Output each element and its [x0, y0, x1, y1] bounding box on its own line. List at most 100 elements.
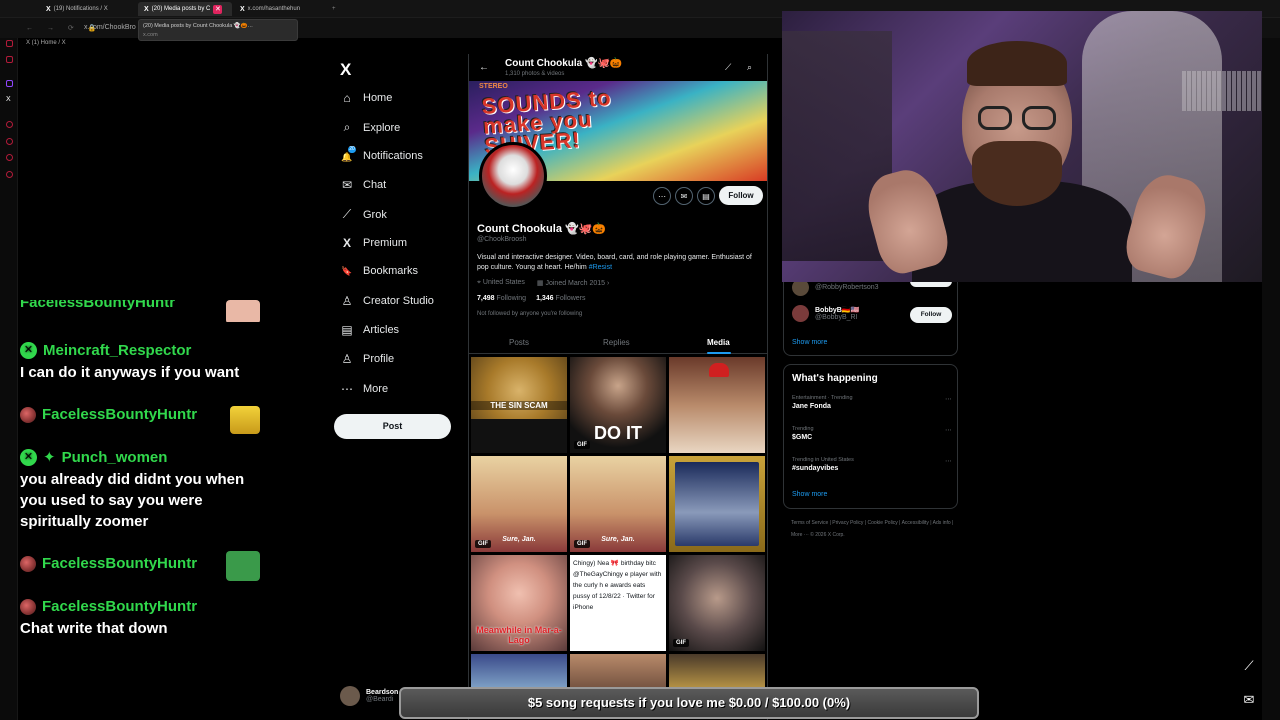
x-logo[interactable]: X — [340, 60, 351, 80]
sparkle-badge-icon: ✦ — [43, 449, 56, 466]
show-more-link[interactable]: Show more — [792, 339, 827, 346]
chat-username: FacelessBountyHuntr — [42, 555, 198, 572]
bio-hashtag[interactable]: #Resist — [589, 264, 612, 271]
verified-badge-icon: ✕ — [20, 342, 37, 359]
nav-notifications[interactable]: 🔔 20 Notifications — [340, 146, 423, 163]
followers-link[interactable]: 1,346 Followers — [536, 295, 585, 302]
media-item[interactable] — [669, 456, 765, 552]
grok-float-icon[interactable]: ⟋ — [1238, 655, 1260, 677]
message-icon[interactable]: ✉ — [675, 187, 693, 205]
tab-notifications[interactable]: X (19) Notifications / X — [40, 2, 114, 16]
media-item[interactable]: DO IT GIF — [570, 357, 666, 453]
chat-message: FacelessBountyHuntr — [20, 551, 260, 581]
sidebar-app-icon[interactable] — [6, 56, 13, 63]
avatar — [792, 305, 809, 322]
tooltip-host: x.com — [143, 32, 158, 38]
grok-icon[interactable]: ⟋ — [725, 62, 731, 73]
media-item[interactable]: THE SIN SCAM — [471, 357, 567, 453]
profile-avatar[interactable] — [479, 142, 547, 210]
nav-creator-studio[interactable]: ♙ Creator Studio — [340, 294, 434, 308]
tab-media[interactable]: Media — [707, 338, 730, 347]
nav-premium[interactable]: X Premium — [340, 236, 407, 250]
articles-icon: ▤ — [341, 323, 353, 337]
url-field[interactable]: x.com/ChookBro — [84, 24, 136, 31]
profile-meta: ⌖ United States ▦ Joined March 2015 › — [477, 279, 609, 287]
sidebar-app-icon[interactable] — [6, 154, 13, 161]
nav-bookmarks[interactable]: 🔖 Bookmarks — [340, 265, 418, 277]
account-handle: @Beardi — [366, 696, 394, 703]
x-sidebar-icon[interactable]: X — [6, 96, 13, 103]
nav-articles[interactable]: ▤ Articles — [340, 323, 399, 337]
emote-icon — [230, 406, 260, 434]
sidebar-app-icon[interactable] — [6, 121, 13, 128]
browser-side-strip: X — [0, 0, 18, 720]
tab-label: (20) Media posts by C — [151, 6, 211, 12]
search-icon[interactable]: ⌕ — [747, 62, 752, 73]
follow-button[interactable]: Follow — [719, 186, 763, 205]
media-item[interactable]: Chingy) Nea 🎀 birthday bitc @TheGayChing… — [570, 555, 666, 651]
grok-icon: ⟋ — [342, 207, 352, 221]
section-title: What's happening — [792, 373, 878, 384]
tab-media-posts[interactable]: X (20) Media posts by C ✕ — [138, 2, 232, 16]
gif-badge: GIF — [574, 441, 590, 449]
chat-icon: ✉ — [341, 178, 353, 192]
new-tab-button[interactable]: + — [326, 2, 342, 16]
trend-item[interactable]: Entertainment · Trending Jane Fonda ⋯ — [792, 395, 952, 410]
who-to-follow-card: @RobbyRobertson3 Follow BobbyB🇩🇪🇺🇸 @Bobb… — [783, 270, 958, 356]
sidebar-app-icon[interactable] — [6, 138, 13, 145]
more-icon[interactable]: ⋯ — [945, 395, 952, 403]
follow-button[interactable]: Follow — [910, 307, 952, 323]
media-item[interactable]: Meanwhile in Mar-a-Lago — [471, 555, 567, 651]
account-switcher[interactable]: Beardson @Beardi — [340, 686, 398, 706]
footer-links[interactable]: Terms of Service | Privacy Policy | Cook… — [791, 517, 961, 541]
profile-column: ← Count Chookula 👻🐙🎃 1,310 photos & vide… — [468, 54, 768, 720]
streamer-webcam — [782, 11, 1262, 282]
post-button[interactable]: Post — [334, 414, 451, 439]
nav-chat[interactable]: ✉ Chat — [340, 178, 386, 192]
gif-badge: GIF — [673, 639, 689, 647]
red-hat-shape — [709, 363, 729, 377]
tooltip-title: (20) Media posts by Count Chookula 👻🎃… — [143, 23, 253, 29]
tab-replies[interactable]: Replies — [603, 338, 630, 347]
profile-header-bar: ← Count Chookula 👻🐙🎃 1,310 photos & vide… — [469, 54, 767, 81]
user-avatar — [20, 406, 36, 423]
user-handle: @BobbyB_RI — [815, 314, 858, 321]
back-arrow-icon[interactable]: ← — [479, 62, 489, 73]
show-more-link[interactable]: Show more — [792, 491, 827, 498]
media-item[interactable]: Sure, Jan. GIF — [471, 456, 567, 552]
more-icon[interactable]: ⋯ — [945, 457, 952, 465]
media-item[interactable]: GIF — [669, 555, 765, 651]
trend-item[interactable]: Trending in United States #sundayvibes ⋯ — [792, 457, 952, 472]
tab-hasan[interactable]: X x.com/hasanthehun — [234, 2, 306, 16]
nav-home[interactable]: ⌂ Home — [340, 91, 392, 105]
media-item[interactable] — [669, 357, 765, 453]
messages-float-icon[interactable]: ✉ — [1238, 689, 1260, 711]
nav-more[interactable]: ⋯ More — [340, 382, 388, 396]
twitch-icon[interactable] — [6, 80, 13, 87]
nav-grok[interactable]: ⟋ Grok — [340, 207, 387, 222]
following-link[interactable]: 7,498 Following — [477, 295, 526, 302]
bookmark-home[interactable]: X (1) Home / X — [26, 40, 66, 46]
sidebar-app-icon[interactable] — [6, 40, 13, 47]
close-tab-icon[interactable]: ✕ — [213, 4, 223, 14]
not-followed-note: Not followed by anyone you're following — [477, 311, 583, 317]
trend-item[interactable]: Trending $GMC ⋯ — [792, 426, 952, 441]
nav-explore[interactable]: ⌕ Explore — [340, 120, 401, 135]
settings-icon[interactable] — [6, 171, 13, 178]
chat-message: FacelessBountyHuntr Chat write that down — [20, 598, 260, 639]
active-tab-indicator — [707, 352, 731, 354]
suggested-user[interactable]: BobbyB🇩🇪🇺🇸 @BobbyB_RI — [792, 305, 859, 322]
more-options-icon[interactable]: ⋯ — [653, 187, 671, 205]
chat-username: Punch_women — [61, 448, 168, 466]
creator-studio-icon: ♙ — [341, 294, 353, 308]
user-avatar — [20, 555, 36, 572]
nav-label: Chat — [363, 179, 387, 191]
tab-posts[interactable]: Posts — [509, 338, 529, 347]
subscribe-icon[interactable]: ▤ — [697, 187, 715, 205]
media-item[interactable]: Sure, Jan. GIF — [570, 456, 666, 552]
nav-label: Creator Studio — [363, 295, 434, 307]
nav-profile[interactable]: ♙ Profile — [340, 352, 395, 366]
nav-label: Bookmarks — [363, 265, 419, 277]
emote-icon — [226, 300, 260, 322]
more-icon[interactable]: ⋯ — [945, 426, 952, 434]
